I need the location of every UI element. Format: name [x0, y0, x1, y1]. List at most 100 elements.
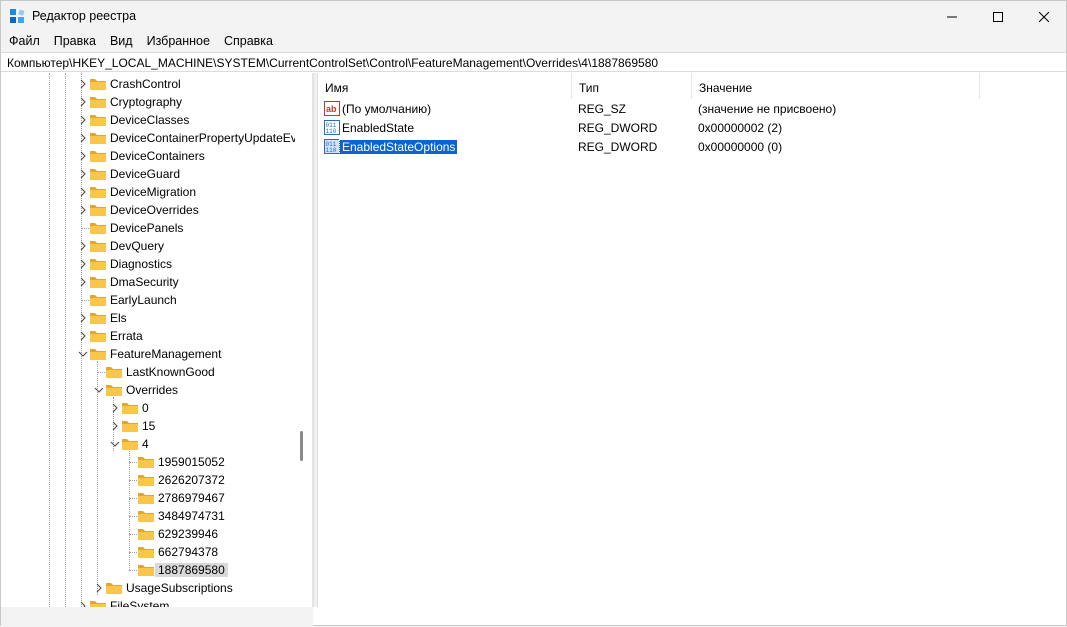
tree-item[interactable]: DeviceClasses: [1, 111, 295, 129]
tree-connector: [97, 372, 105, 373]
menu-favorites[interactable]: Избранное: [139, 32, 216, 52]
tree-item[interactable]: CrashControl: [1, 75, 295, 93]
tree-item-label: DeviceOverrides: [110, 203, 199, 217]
chevron-right-icon[interactable]: [78, 149, 88, 163]
tree-item[interactable]: 662794378: [1, 543, 295, 561]
key-tree: CrashControl Cryptography DeviceClasses Dev…: [1, 73, 295, 607]
tree-bottom-strip: [1, 607, 313, 627]
tree-item[interactable]: 629239946: [1, 525, 295, 543]
key-tree-pane[interactable]: CrashControl Cryptography DeviceClasses Dev…: [1, 73, 313, 607]
chevron-down-icon[interactable]: [110, 437, 120, 451]
chevron-right-icon[interactable]: [78, 257, 88, 271]
title-bar: Редактор реестра: [1, 1, 1066, 32]
maximize-button[interactable]: [975, 1, 1021, 32]
chevron-right-icon[interactable]: [78, 77, 88, 91]
tree-item[interactable]: 15: [1, 417, 295, 435]
values-pane[interactable]: Имя Тип Значение ab (По умолчанию) REG_SZ (…: [318, 73, 1066, 625]
chevron-down-icon[interactable]: [78, 347, 88, 361]
tree-item[interactable]: 3484974731: [1, 507, 295, 525]
chevron-right-icon[interactable]: [78, 95, 88, 109]
tree-item-label: 1959015052: [158, 455, 225, 469]
menu-file[interactable]: Файл: [1, 32, 46, 52]
tree-item[interactable]: 0: [1, 399, 295, 417]
tree-item[interactable]: Cryptography: [1, 93, 295, 111]
tree-item[interactable]: DeviceContainerPropertyUpdateEvents: [1, 129, 295, 147]
tree-item-label: Overrides: [126, 383, 179, 397]
chevron-right-icon[interactable]: [78, 239, 88, 253]
value-row[interactable]: 011 110 EnabledState REG_DWORD 0x00000002 (2…: [318, 118, 1066, 137]
tree-item[interactable]: DeviceMigration: [1, 183, 295, 201]
column-header-type[interactable]: Тип: [572, 73, 692, 99]
folder-icon: [106, 385, 122, 396]
value-row[interactable]: 011 110 EnabledStateOptions REG_DWORD 0x0000…: [318, 137, 1066, 156]
chevron-right-icon[interactable]: [78, 113, 88, 127]
tree-item-label: Els: [110, 311, 127, 325]
tree-item[interactable]: Diagnostics: [1, 255, 295, 273]
value-name: (По умолчанию): [342, 102, 432, 116]
chevron-right-icon[interactable]: [78, 329, 88, 343]
tree-item[interactable]: 1959015052: [1, 453, 295, 471]
registry-editor-window: Редактор реестра Файл Правка Вид Избранн…: [0, 0, 1067, 627]
tree-item[interactable]: 2626207372: [1, 471, 295, 489]
close-button[interactable]: [1021, 1, 1067, 32]
address-path: Компьютер\HKEY_LOCAL_MACHINE\SYSTEM\Curr…: [7, 56, 659, 70]
value-row[interactable]: ab (По умолчанию) REG_SZ (значение не присв…: [318, 99, 1066, 118]
tree-item[interactable]: EarlyLaunch: [1, 291, 295, 309]
chevron-right-icon[interactable]: [78, 203, 88, 217]
tree-item[interactable]: Overrides: [1, 381, 295, 399]
column-header-name[interactable]: Имя: [318, 73, 572, 99]
folder-icon: [90, 223, 106, 234]
tree-connector: [81, 300, 89, 301]
tree-item[interactable]: DeviceContainers: [1, 147, 295, 165]
svg-text:110: 110: [326, 147, 337, 154]
folder-icon: [90, 115, 106, 126]
tree-item[interactable]: Errata: [1, 327, 295, 345]
folder-icon: [90, 349, 106, 360]
folder-icon: [122, 421, 138, 432]
tree-item[interactable]: DeviceOverrides: [1, 201, 295, 219]
menu-help[interactable]: Справка: [216, 32, 279, 52]
address-bar[interactable]: Компьютер\HKEY_LOCAL_MACHINE\SYSTEM\Curr…: [1, 52, 1066, 72]
tree-item-label: CrashControl: [110, 77, 181, 91]
tree-item[interactable]: DevQuery: [1, 237, 295, 255]
tree-item-label: DevQuery: [110, 239, 165, 253]
tree-item[interactable]: UsageSubscriptions: [1, 579, 295, 597]
column-header-value-label: Значение: [699, 81, 753, 95]
tree-item[interactable]: 2786979467: [1, 489, 295, 507]
value-name: EnabledState: [342, 121, 415, 135]
chevron-right-icon[interactable]: [94, 581, 104, 595]
folder-icon: [90, 331, 106, 342]
tree-item[interactable]: DevicePanels: [1, 219, 295, 237]
chevron-right-icon[interactable]: [78, 131, 88, 145]
chevron-right-icon[interactable]: [78, 599, 88, 607]
tree-item[interactable]: 4: [1, 435, 295, 453]
minimize-button[interactable]: [929, 1, 975, 32]
menu-view[interactable]: Вид: [102, 32, 139, 52]
tree-item[interactable]: LastKnownGood: [1, 363, 295, 381]
tree-item[interactable]: DmaSecurity: [1, 273, 295, 291]
chevron-right-icon[interactable]: [110, 419, 120, 433]
tree-vertical-scrollbar-thumb[interactable]: [300, 431, 303, 461]
tree-item[interactable]: Els: [1, 309, 295, 327]
tree-item-label: 629239946: [158, 527, 219, 541]
menu-edit[interactable]: Правка: [46, 32, 102, 52]
tree-item-label: DeviceGuard: [110, 167, 181, 181]
tree-item-label: LastKnownGood: [126, 365, 215, 379]
folder-icon: [138, 511, 154, 522]
tree-item[interactable]: DeviceGuard: [1, 165, 295, 183]
chevron-right-icon[interactable]: [78, 311, 88, 325]
column-header-value[interactable]: Значение: [692, 73, 980, 99]
chevron-right-icon[interactable]: [78, 185, 88, 199]
tree-item[interactable]: 1887869580: [1, 561, 295, 579]
tree-item-label: 0: [142, 401, 149, 415]
folder-icon: [122, 439, 138, 450]
folder-icon: [90, 259, 106, 270]
chevron-right-icon[interactable]: [110, 401, 120, 415]
tree-item[interactable]: FileSystem: [1, 597, 295, 607]
chevron-right-icon[interactable]: [78, 275, 88, 289]
chevron-down-icon[interactable]: [94, 383, 104, 397]
chevron-right-icon[interactable]: [78, 167, 88, 181]
folder-icon: [90, 79, 106, 90]
tree-item[interactable]: FeatureManagement: [1, 345, 295, 363]
folder-icon: [122, 403, 138, 414]
